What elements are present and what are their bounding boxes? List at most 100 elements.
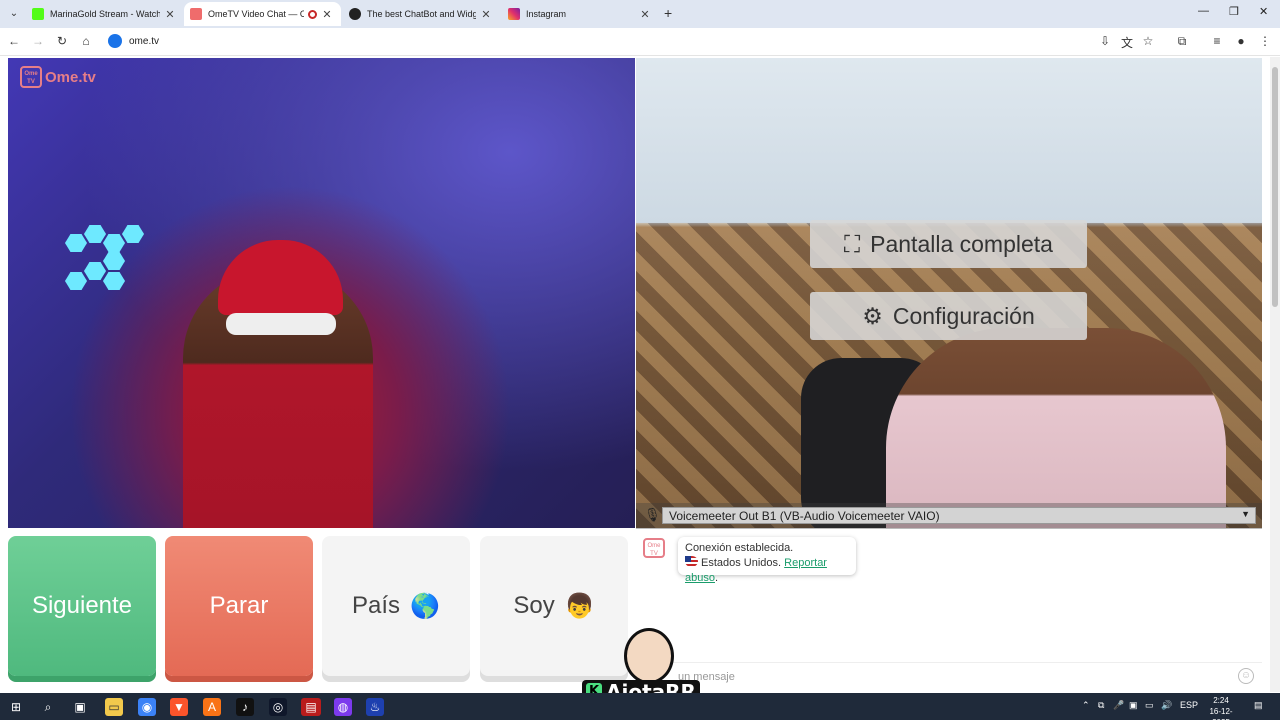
clock-time: 2:24 bbox=[1213, 696, 1229, 705]
gender-label: Soy bbox=[513, 592, 555, 619]
next-label: Siguiente bbox=[31, 592, 133, 619]
partner-country: Estados Unidos. bbox=[701, 557, 782, 569]
fullscreen-label: Pantalla completa bbox=[870, 230, 1053, 257]
partner-country-line: Estados Unidos. Reportar abuso. bbox=[685, 556, 849, 586]
remote-person bbox=[886, 328, 1226, 528]
settings-label: Configuración bbox=[892, 302, 1035, 329]
settings-button[interactable]: ⚙ Configuración bbox=[810, 292, 1087, 340]
site-info-icon[interactable] bbox=[108, 34, 122, 48]
translate-icon[interactable]: 文 bbox=[1119, 34, 1135, 51]
browser-toolbar: ← → ↻ ⌂ ome.tv ⇩ 文 ☆ ⧉ ≡ ● ⋮ bbox=[0, 28, 1280, 56]
gear-icon: ⚙ bbox=[862, 302, 883, 329]
ometv-logo: Ome TV Ome.tv bbox=[20, 66, 96, 88]
ometv-page: Ome TV Ome.tv ⛶ Pantalla completa ⚙ Conf… bbox=[0, 57, 1280, 692]
page-scrollbar[interactable] bbox=[1270, 57, 1280, 692]
clock-date: 16-12-2025 bbox=[1209, 707, 1233, 727]
obs-icon[interactable]: ◎ bbox=[269, 698, 287, 716]
instagram-icon bbox=[508, 8, 520, 20]
scrollbar-thumb[interactable] bbox=[1272, 67, 1278, 307]
address-bar[interactable]: ome.tv bbox=[129, 36, 159, 47]
period: . bbox=[714, 572, 719, 584]
close-icon[interactable]: ✕ bbox=[639, 8, 651, 21]
message-input[interactable]: un mensaje bbox=[636, 662, 1262, 692]
fullscreen-button[interactable]: ⛶ Pantalla completa bbox=[810, 220, 1087, 268]
close-icon[interactable]: ✕ bbox=[480, 8, 492, 21]
tab-title: MarinaGold Stream - Watch Live bbox=[50, 9, 160, 19]
brand-badge: Ome TV bbox=[20, 66, 42, 88]
hex-light bbox=[103, 272, 125, 290]
boy-icon: 👦 bbox=[564, 592, 595, 620]
audio-device-select[interactable]: Voicemeeter Out B1 (VB-Audio Voicemeeter… bbox=[662, 507, 1256, 524]
recording-icon bbox=[308, 9, 317, 19]
local-video: Ome TV Ome.tv bbox=[8, 58, 635, 528]
volume-icon[interactable]: 🔊 bbox=[1161, 700, 1172, 711]
chrome-icon[interactable]: ◉ bbox=[138, 698, 156, 716]
tray-device-icon[interactable]: ▣ bbox=[1129, 700, 1138, 711]
github-icon bbox=[349, 8, 361, 20]
home-icon[interactable]: ⌂ bbox=[78, 34, 94, 48]
notifications-icon[interactable]: ▤ bbox=[1254, 700, 1263, 711]
taskbar: ⊞ ⌕ ▣ ▭ ◉ ▼ A ♪ ◎ ▤ ◍ ♨ ⌃ ⧉ 🎤 ▣ ▭ 🔊 ESP … bbox=[0, 693, 1280, 727]
app-a-icon[interactable]: A bbox=[203, 698, 221, 716]
us-flag-icon bbox=[685, 556, 698, 567]
chevron-down-icon: ▼ bbox=[1241, 509, 1250, 519]
remote-video: ⛶ Pantalla completa ⚙ Configuración bbox=[636, 58, 1262, 528]
install-app-icon[interactable]: ⇩ bbox=[1097, 34, 1113, 48]
minimize-icon[interactable]: — bbox=[1198, 5, 1209, 17]
microphone-icon: 🎙 bbox=[644, 507, 661, 522]
brave-icon[interactable]: ▼ bbox=[170, 698, 188, 716]
tab-marinagold[interactable]: MarinaGold Stream - Watch Live ✕ bbox=[26, 2, 184, 26]
bookmark-star-icon[interactable]: ☆ bbox=[1140, 34, 1156, 48]
ometv-icon bbox=[190, 8, 202, 20]
santa-hat-band bbox=[226, 313, 336, 335]
profile-icon[interactable]: ● bbox=[1233, 34, 1249, 48]
forward-icon[interactable]: → bbox=[30, 34, 46, 48]
extensions-icon[interactable]: ⧉ bbox=[1174, 34, 1190, 49]
tab-chatbot[interactable]: The best ChatBot and Widgets ✕ bbox=[343, 2, 500, 26]
country-button[interactable]: País 🌎 bbox=[322, 536, 470, 676]
back-icon[interactable]: ← bbox=[6, 34, 22, 48]
hex-light bbox=[84, 262, 106, 280]
stop-label: Parar bbox=[209, 592, 269, 619]
tray-mic-icon[interactable]: 🎤 bbox=[1113, 700, 1124, 711]
hex-light bbox=[103, 252, 125, 270]
task-view-icon[interactable]: ▣ bbox=[71, 698, 89, 716]
connection-status: Conexión establecida. bbox=[685, 542, 794, 554]
tab-title: The best ChatBot and Widgets bbox=[367, 9, 476, 19]
tab-instagram[interactable]: Instagram ✕ bbox=[502, 2, 659, 26]
menu-icon[interactable]: ⋮ bbox=[1257, 34, 1273, 48]
tab-search-icon[interactable]: ⌄ bbox=[6, 6, 22, 22]
next-button[interactable]: Siguiente bbox=[8, 536, 156, 676]
steam-icon[interactable]: ♨ bbox=[366, 698, 384, 716]
chat-panel: Ome TV Conexión establecida. Estados Uni… bbox=[636, 529, 1262, 692]
stop-button[interactable]: Parar bbox=[165, 536, 313, 676]
hex-light bbox=[122, 225, 144, 243]
network-icon[interactable]: ▭ bbox=[1145, 700, 1154, 711]
close-icon[interactable]: ✕ bbox=[164, 8, 176, 21]
media-control-icon[interactable]: ≡ bbox=[1209, 34, 1225, 48]
tab-title: OmeTV Video Chat — Omegle bbox=[208, 9, 304, 19]
tab-bar: ⌄ MarinaGold Stream - Watch Live ✕ OmeTV… bbox=[0, 0, 1280, 28]
tiktok-icon[interactable]: ♪ bbox=[236, 698, 254, 716]
search-icon[interactable]: ⌕ bbox=[39, 698, 57, 716]
clock[interactable]: 2:24 16-12-2025 bbox=[1201, 695, 1241, 728]
tray-app-icon[interactable]: ⧉ bbox=[1098, 700, 1104, 711]
streamer-avatar bbox=[624, 628, 674, 684]
reload-icon[interactable]: ↻ bbox=[54, 34, 70, 48]
fullscreen-icon: ⛶ bbox=[844, 230, 861, 257]
new-tab-button[interactable]: + bbox=[664, 5, 672, 21]
restore-icon[interactable]: ❐ bbox=[1229, 5, 1239, 18]
country-label: País bbox=[352, 592, 401, 619]
hex-light bbox=[84, 225, 106, 243]
language-indicator[interactable]: ESP bbox=[1180, 700, 1198, 710]
discord-icon[interactable]: ◍ bbox=[334, 698, 352, 716]
tab-ometv[interactable]: OmeTV Video Chat — Omegle ✕ bbox=[184, 2, 341, 26]
close-window-icon[interactable]: ✕ bbox=[1259, 5, 1268, 18]
kick-icon bbox=[32, 8, 44, 20]
close-icon[interactable]: ✕ bbox=[321, 8, 333, 21]
file-explorer-icon[interactable]: ▭ bbox=[105, 698, 123, 716]
tray-overflow-icon[interactable]: ⌃ bbox=[1082, 700, 1090, 711]
emoji-icon[interactable]: ☺ bbox=[1238, 668, 1254, 684]
windows-start-icon[interactable]: ⊞ bbox=[7, 698, 25, 716]
voicemeeter-icon[interactable]: ▤ bbox=[301, 698, 321, 716]
